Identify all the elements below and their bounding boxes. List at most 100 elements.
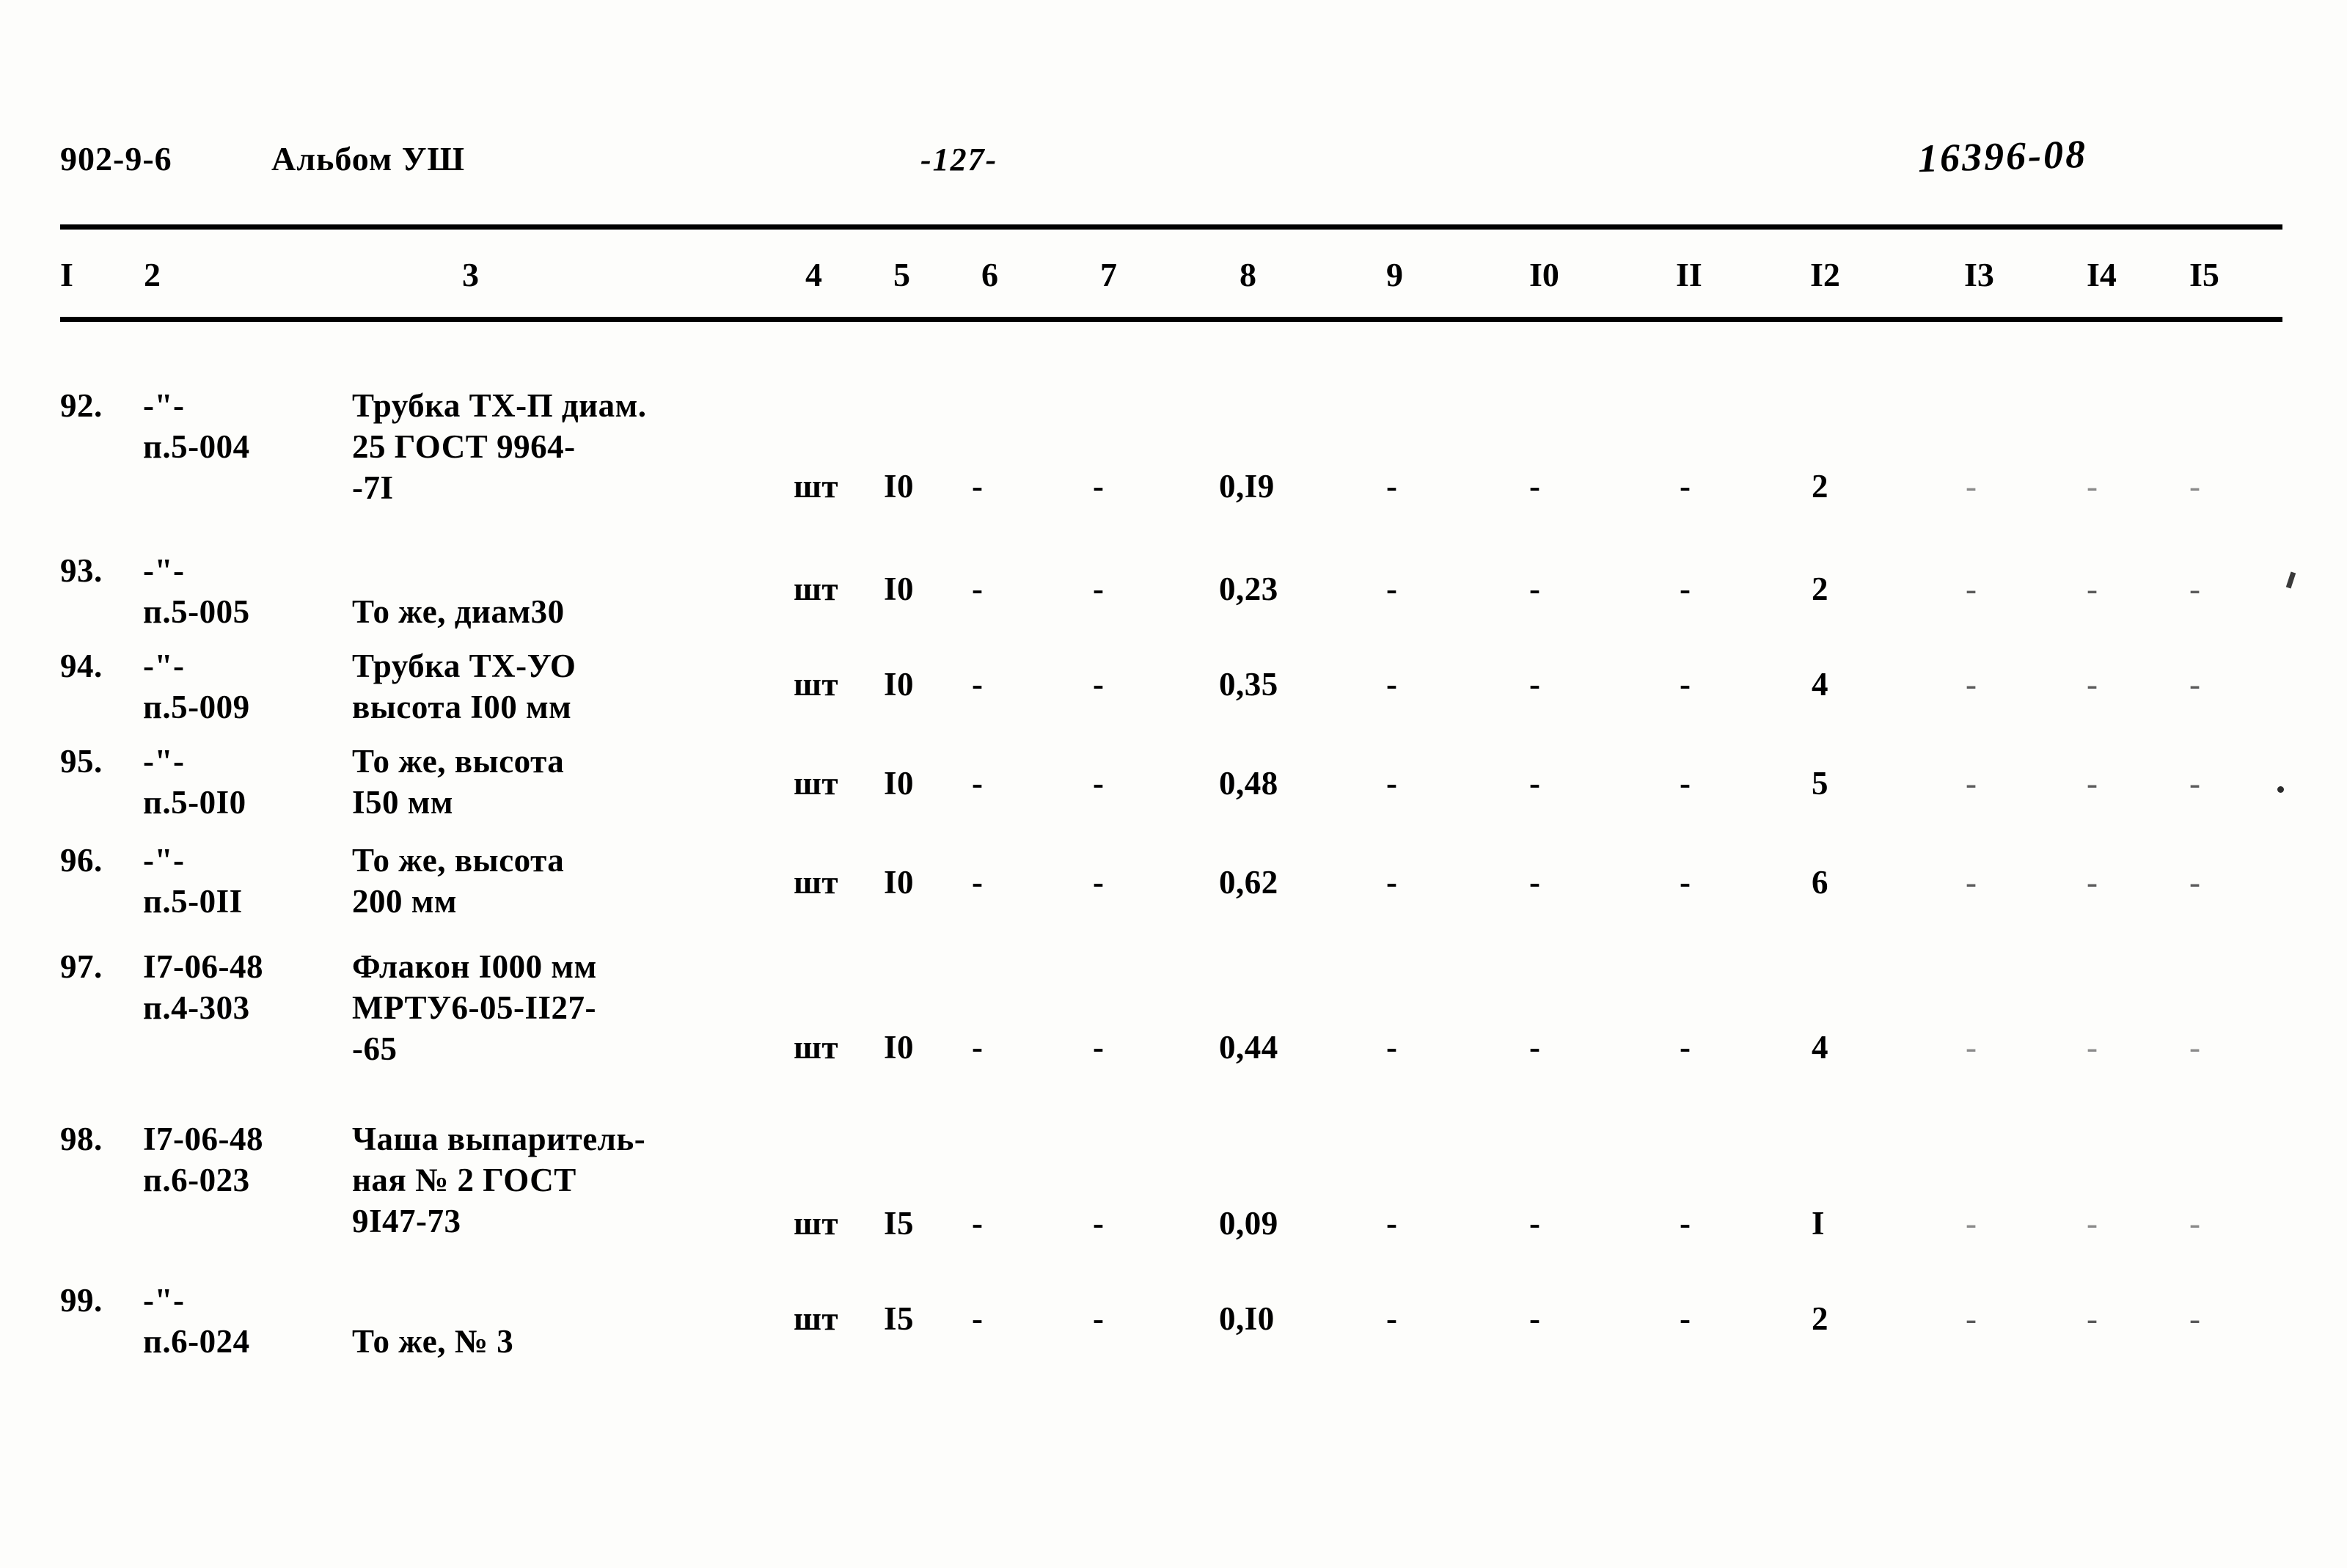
row-col15: - bbox=[2189, 666, 2201, 703]
row-col13: - bbox=[1966, 666, 1977, 703]
row-col6: - bbox=[972, 765, 984, 802]
row-col15: - bbox=[2189, 1300, 2201, 1337]
row-code: -"- п.5-004 bbox=[143, 387, 250, 465]
row-col11: - bbox=[1680, 666, 1691, 703]
row-col15: - bbox=[2189, 1205, 2201, 1242]
row-unit: шт bbox=[794, 571, 839, 607]
row-col11: - bbox=[1680, 1205, 1691, 1242]
row-col11: - bbox=[1680, 864, 1691, 901]
row-name: То же, диам30 bbox=[352, 593, 565, 630]
row-col13: - bbox=[1966, 468, 1977, 505]
row-col12: I bbox=[1812, 1205, 1826, 1242]
row-name: То же, высота I50 мм bbox=[352, 743, 565, 821]
row-col8: 0,62 bbox=[1219, 864, 1278, 901]
row-unit: шт bbox=[794, 765, 839, 802]
row-col7: - bbox=[1093, 1300, 1105, 1337]
row-col11: - bbox=[1680, 1300, 1691, 1337]
row-col11: - bbox=[1680, 468, 1691, 505]
row-col11: - bbox=[1680, 1029, 1691, 1066]
row-unit: шт bbox=[794, 1029, 839, 1066]
row-col7: - bbox=[1093, 571, 1105, 607]
row-item-number: 92. bbox=[60, 387, 103, 424]
row-name: Чаша выпаритель- ная № 2 ГОСТ 9I47-73 bbox=[352, 1121, 646, 1239]
row-col6: - bbox=[972, 864, 984, 901]
row-unit: шт bbox=[794, 1300, 839, 1337]
row-col12: 5 bbox=[1812, 765, 1828, 802]
row-col10: - bbox=[1529, 1300, 1541, 1337]
row-col8: 0,I0 bbox=[1219, 1300, 1275, 1337]
row-col6: - bbox=[972, 666, 984, 703]
row-item-number: 94. bbox=[60, 648, 103, 684]
row-col8: 0,48 bbox=[1219, 765, 1278, 802]
row-col12: 2 bbox=[1812, 468, 1828, 505]
row-col14: - bbox=[2087, 1029, 2098, 1066]
row-unit: шт bbox=[794, 1205, 839, 1242]
row-col6: - bbox=[972, 468, 984, 505]
row-col14: - bbox=[2087, 468, 2098, 505]
row-col6: - bbox=[972, 1029, 984, 1066]
row-col12: 4 bbox=[1812, 1029, 1828, 1066]
row-col15: - bbox=[2189, 864, 2201, 901]
row-col15: - bbox=[2189, 765, 2201, 802]
row-col8: 0,09 bbox=[1219, 1205, 1278, 1242]
row-col9: - bbox=[1386, 1205, 1398, 1242]
row-col7: - bbox=[1093, 765, 1105, 802]
row-col10: - bbox=[1529, 765, 1541, 802]
row-code: I7-06-48 п.6-023 bbox=[143, 1121, 263, 1198]
row-col5: I0 bbox=[884, 468, 915, 505]
row-col13: - bbox=[1966, 864, 1977, 901]
row-item-number: 99. bbox=[60, 1282, 103, 1319]
row-col8: 0,I9 bbox=[1219, 468, 1275, 505]
row-col13: - bbox=[1966, 571, 1977, 607]
row-col9: - bbox=[1386, 1029, 1398, 1066]
row-col7: - bbox=[1093, 1205, 1105, 1242]
row-col5: I5 bbox=[884, 1300, 915, 1337]
row-code: -"- п.5-009 bbox=[143, 648, 250, 725]
row-col8: 0,44 bbox=[1219, 1029, 1278, 1066]
row-code: -"- п.5-005 bbox=[143, 552, 250, 630]
row-col14: - bbox=[2087, 571, 2098, 607]
row-code: I7-06-48 п.4-303 bbox=[143, 948, 263, 1026]
row-col14: - bbox=[2087, 864, 2098, 901]
row-col6: - bbox=[972, 571, 984, 607]
row-col5: I0 bbox=[884, 864, 915, 901]
row-name: Трубка ТХ-УО высота I00 мм bbox=[352, 648, 576, 725]
row-col12: 2 bbox=[1812, 571, 1828, 607]
row-col9: - bbox=[1386, 765, 1398, 802]
row-code: -"- п.6-024 bbox=[143, 1282, 250, 1360]
row-col12: 6 bbox=[1812, 864, 1828, 901]
scan-artifact-dot bbox=[2277, 786, 2284, 793]
row-col9: - bbox=[1386, 468, 1398, 505]
row-item-number: 97. bbox=[60, 948, 103, 985]
row-col14: - bbox=[2087, 1300, 2098, 1337]
row-col8: 0,23 bbox=[1219, 571, 1278, 607]
row-code: -"- п.5-0II bbox=[143, 842, 243, 920]
row-col9: - bbox=[1386, 666, 1398, 703]
row-name: То же, высота 200 мм bbox=[352, 842, 565, 920]
row-col14: - bbox=[2087, 666, 2098, 703]
row-col15: - bbox=[2189, 468, 2201, 505]
row-col13: - bbox=[1966, 1300, 1977, 1337]
row-col13: - bbox=[1966, 1029, 1977, 1066]
row-name: Трубка ТХ-П диам. 25 ГОСТ 9964- -7I bbox=[352, 387, 647, 506]
row-col10: - bbox=[1529, 571, 1541, 607]
row-code: -"- п.5-0I0 bbox=[143, 743, 246, 821]
row-unit: шт bbox=[794, 864, 839, 901]
row-item-number: 93. bbox=[60, 552, 103, 589]
row-col7: - bbox=[1093, 666, 1105, 703]
row-col10: - bbox=[1529, 468, 1541, 505]
row-col7: - bbox=[1093, 1029, 1105, 1066]
row-col5: I0 bbox=[884, 666, 915, 703]
row-col15: - bbox=[2189, 571, 2201, 607]
document-page: 902-9-6 Альбом УШ -127- 16396-08 I 2 3 4… bbox=[0, 0, 2347, 1568]
row-unit: шт bbox=[794, 666, 839, 703]
row-col12: 2 bbox=[1812, 1300, 1828, 1337]
row-col14: - bbox=[2087, 1205, 2098, 1242]
row-col6: - bbox=[972, 1300, 984, 1337]
row-col5: I0 bbox=[884, 1029, 915, 1066]
row-col10: - bbox=[1529, 1205, 1541, 1242]
row-col5: I5 bbox=[884, 1205, 915, 1242]
row-col9: - bbox=[1386, 864, 1398, 901]
row-col7: - bbox=[1093, 864, 1105, 901]
row-item-number: 98. bbox=[60, 1121, 103, 1157]
